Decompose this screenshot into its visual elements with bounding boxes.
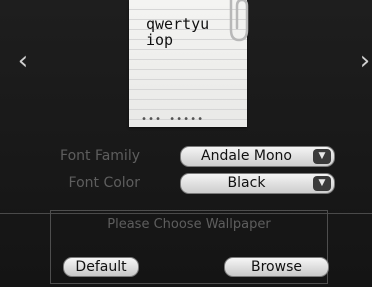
note-torn-edge: ••• ••••• [141, 114, 205, 125]
widget-settings-panel: ‹ › qwertyu iop ••• ••••• Font Family An… [0, 0, 372, 287]
font-family-label: Font Family [60, 148, 140, 164]
browse-wallpaper-button[interactable]: Browse [224, 257, 329, 277]
dropdown-caret-icon[interactable]: ▼ [313, 176, 331, 191]
font-color-select[interactable]: Black ▼ [180, 173, 335, 194]
font-color-label: Font Color [68, 175, 140, 191]
font-family-select[interactable]: Andale Mono ▼ [180, 146, 335, 167]
dropdown-caret-icon[interactable]: ▼ [313, 149, 331, 164]
chevron-right-icon[interactable]: › [354, 46, 372, 76]
paperclip-icon [229, 0, 249, 42]
wallpaper-section: Please Choose Wallpaper Default Browse [50, 210, 329, 284]
default-wallpaper-button[interactable]: Default [63, 257, 139, 277]
wallpaper-title: Please Choose Wallpaper [107, 217, 271, 232]
chevron-left-icon[interactable]: ‹ [12, 46, 34, 76]
font-color-value: Black [227, 175, 266, 191]
font-family-value: Andale Mono [201, 148, 292, 164]
